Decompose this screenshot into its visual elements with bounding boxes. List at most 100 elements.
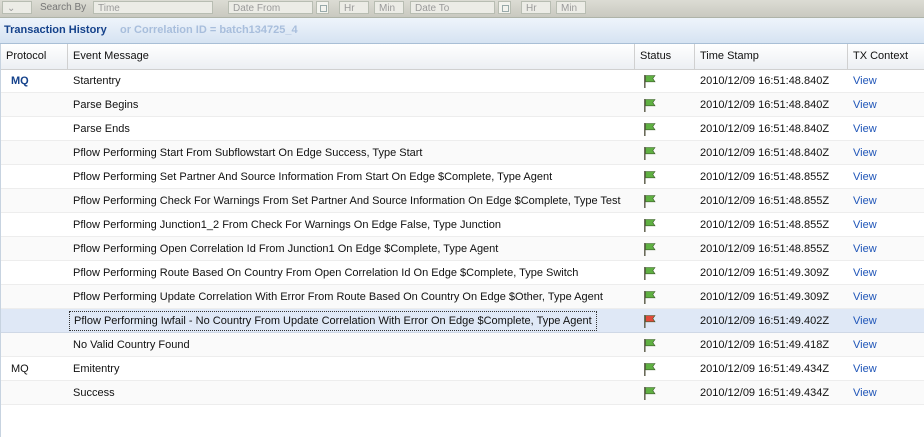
view-context-link[interactable]: View (848, 117, 924, 141)
view-context-link[interactable]: View (848, 237, 924, 261)
event-message-text: Emitentry (73, 363, 120, 375)
status-cell (635, 69, 695, 93)
status-ok-flag-icon (644, 243, 656, 256)
event-message-cell: Pflow Performing Start From Subflowstart… (68, 141, 635, 165)
panel-title: Transaction History (4, 24, 107, 36)
table-row[interactable]: Pflow Performing Start From Subflowstart… (1, 141, 924, 165)
event-message-text: Pflow Performing Set Partner And Source … (73, 171, 553, 183)
event-message-text: Parse Ends (73, 123, 130, 135)
time-stamp-cell: 2010/12/09 16:51:48.840Z (700, 123, 830, 135)
event-message-text: Parse Begins (73, 99, 139, 111)
status-cell (635, 261, 695, 285)
event-message-cell: Pflow Performing Update Correlation With… (68, 285, 635, 309)
table-row[interactable]: Success 2010/12/09 16:51:49.434Z View (1, 381, 924, 405)
panel-header: or Correlation ID = batch134725_4 Transa… (0, 18, 924, 44)
status-cell (635, 309, 695, 333)
date-to-input[interactable]: Date To (410, 1, 495, 14)
status-ok-flag-icon (644, 123, 656, 136)
time-stamp-cell: 2010/12/09 16:51:48.855Z (700, 171, 830, 183)
hour-from-input[interactable]: Hr (339, 1, 369, 14)
event-message-cell: Emitentry (68, 357, 635, 381)
event-message-text: Pflow Performing Check For Warnings From… (73, 195, 621, 207)
protocol-cell: MQ (11, 363, 29, 375)
view-context-link[interactable]: View (848, 333, 924, 357)
view-context-link[interactable]: View (848, 93, 924, 117)
table-row[interactable]: Pflow Performing Iwfail - No Country Fro… (1, 309, 924, 333)
status-ok-flag-icon (644, 75, 656, 88)
view-context-link[interactable]: View (848, 69, 924, 93)
status-ok-flag-icon (644, 267, 656, 280)
status-ok-flag-icon (644, 147, 656, 160)
event-message-cell: Pflow Performing Route Based On Country … (68, 261, 635, 285)
protocol-cell (6, 141, 66, 165)
table-row[interactable]: Pflow Performing Junction1_2 From Check … (1, 213, 924, 237)
protocol-cell (6, 309, 66, 333)
protocol-cell (6, 213, 66, 237)
date-from-input[interactable]: Date From (228, 1, 313, 14)
view-context-link[interactable]: View (848, 309, 924, 333)
protocol-cell (6, 165, 66, 189)
view-context-link[interactable]: View (848, 261, 924, 285)
view-context-link[interactable]: View (848, 213, 924, 237)
view-context-link[interactable]: View (848, 285, 924, 309)
status-cell (635, 213, 695, 237)
view-context-link[interactable]: View (848, 189, 924, 213)
table-row[interactable]: Pflow Performing Check For Warnings From… (1, 189, 924, 213)
event-message-text: No Valid Country Found (73, 339, 190, 351)
event-message-text: Startentry (73, 75, 121, 87)
table-row[interactable]: MQ Startentry 2010/12/09 16:51:48.840Z View (1, 69, 924, 93)
event-message-text: Success (73, 387, 115, 399)
table-row[interactable]: Parse Ends 2010/12/09 16:51:48.840Z View (1, 117, 924, 141)
time-stamp-cell: 2010/12/09 16:51:49.402Z (700, 315, 830, 327)
time-stamp-cell: 2010/12/09 16:51:48.855Z (700, 219, 830, 231)
event-message-cell: Startentry (68, 69, 635, 93)
view-context-link[interactable]: View (848, 357, 924, 381)
search-toolbar: ⌄ Search By Time Date From Hr Min Date T… (0, 0, 924, 18)
time-stamp-cell: 2010/12/09 16:51:49.418Z (700, 339, 830, 351)
table-row[interactable]: Pflow Performing Open Correlation Id Fro… (1, 237, 924, 261)
table-row[interactable]: Parse Begins 2010/12/09 16:51:48.840Z View (1, 93, 924, 117)
column-header-time-stamp[interactable]: Time Stamp (695, 44, 848, 69)
date-to-calendar-icon[interactable] (498, 1, 511, 14)
protocol-cell (6, 381, 66, 405)
minute-to-input[interactable]: Min (556, 1, 586, 14)
column-header-status[interactable]: Status (635, 44, 695, 69)
event-message-cell: Pflow Performing Open Correlation Id Fro… (68, 237, 635, 261)
grid-header: Protocol Event Message Status Time Stamp… (1, 44, 924, 70)
column-header-event-message[interactable]: Event Message (68, 44, 635, 69)
event-message-cell: Parse Ends (68, 117, 635, 141)
status-cell (635, 93, 695, 117)
view-context-link[interactable]: View (848, 165, 924, 189)
status-ok-flag-icon (644, 171, 656, 184)
time-stamp-cell: 2010/12/09 16:51:49.309Z (700, 267, 830, 279)
hour-to-input[interactable]: Hr (521, 1, 551, 14)
table-row[interactable]: No Valid Country Found 2010/12/09 16:51:4… (1, 333, 924, 357)
event-message-text: Pflow Performing Update Correlation With… (73, 291, 603, 303)
protocol-cell: MQ (11, 75, 29, 87)
column-header-protocol[interactable]: Protocol (1, 44, 68, 69)
event-message-cell: Pflow Performing Set Partner And Source … (68, 165, 635, 189)
time-stamp-cell: 2010/12/09 16:51:48.840Z (700, 99, 830, 111)
table-row[interactable]: Pflow Performing Route Based On Country … (1, 261, 924, 285)
table-row[interactable]: Pflow Performing Update Correlation With… (1, 285, 924, 309)
table-row[interactable]: Pflow Performing Set Partner And Source … (1, 165, 924, 189)
status-fail-flag-icon (644, 315, 656, 328)
search-by-label: Search By (40, 2, 87, 13)
time-stamp-cell: 2010/12/09 16:51:49.434Z (700, 363, 830, 375)
date-from-calendar-icon[interactable] (316, 1, 329, 14)
view-context-link[interactable]: View (848, 381, 924, 405)
event-message-text: Pflow Performing Open Correlation Id Fro… (73, 243, 499, 255)
time-stamp-cell: 2010/12/09 16:51:48.855Z (700, 243, 830, 255)
protocol-cell (6, 285, 66, 309)
column-header-tx-context[interactable]: TX Context (848, 44, 924, 69)
panel-subtitle: or Correlation ID = batch134725_4 (120, 24, 298, 36)
event-message-cell: Pflow Performing Check For Warnings From… (68, 189, 635, 213)
time-stamp-cell: 2010/12/09 16:51:48.855Z (700, 195, 830, 207)
status-cell (635, 189, 695, 213)
table-row[interactable]: MQ Emitentry 2010/12/09 16:51:49.434Z View (1, 357, 924, 381)
protocol-cell (6, 93, 66, 117)
minute-from-input[interactable]: Min (374, 1, 404, 14)
view-context-link[interactable]: View (848, 141, 924, 165)
search-by-select[interactable]: Time (93, 1, 213, 14)
search-by-dropdown-arrow[interactable]: ⌄ (2, 1, 32, 14)
